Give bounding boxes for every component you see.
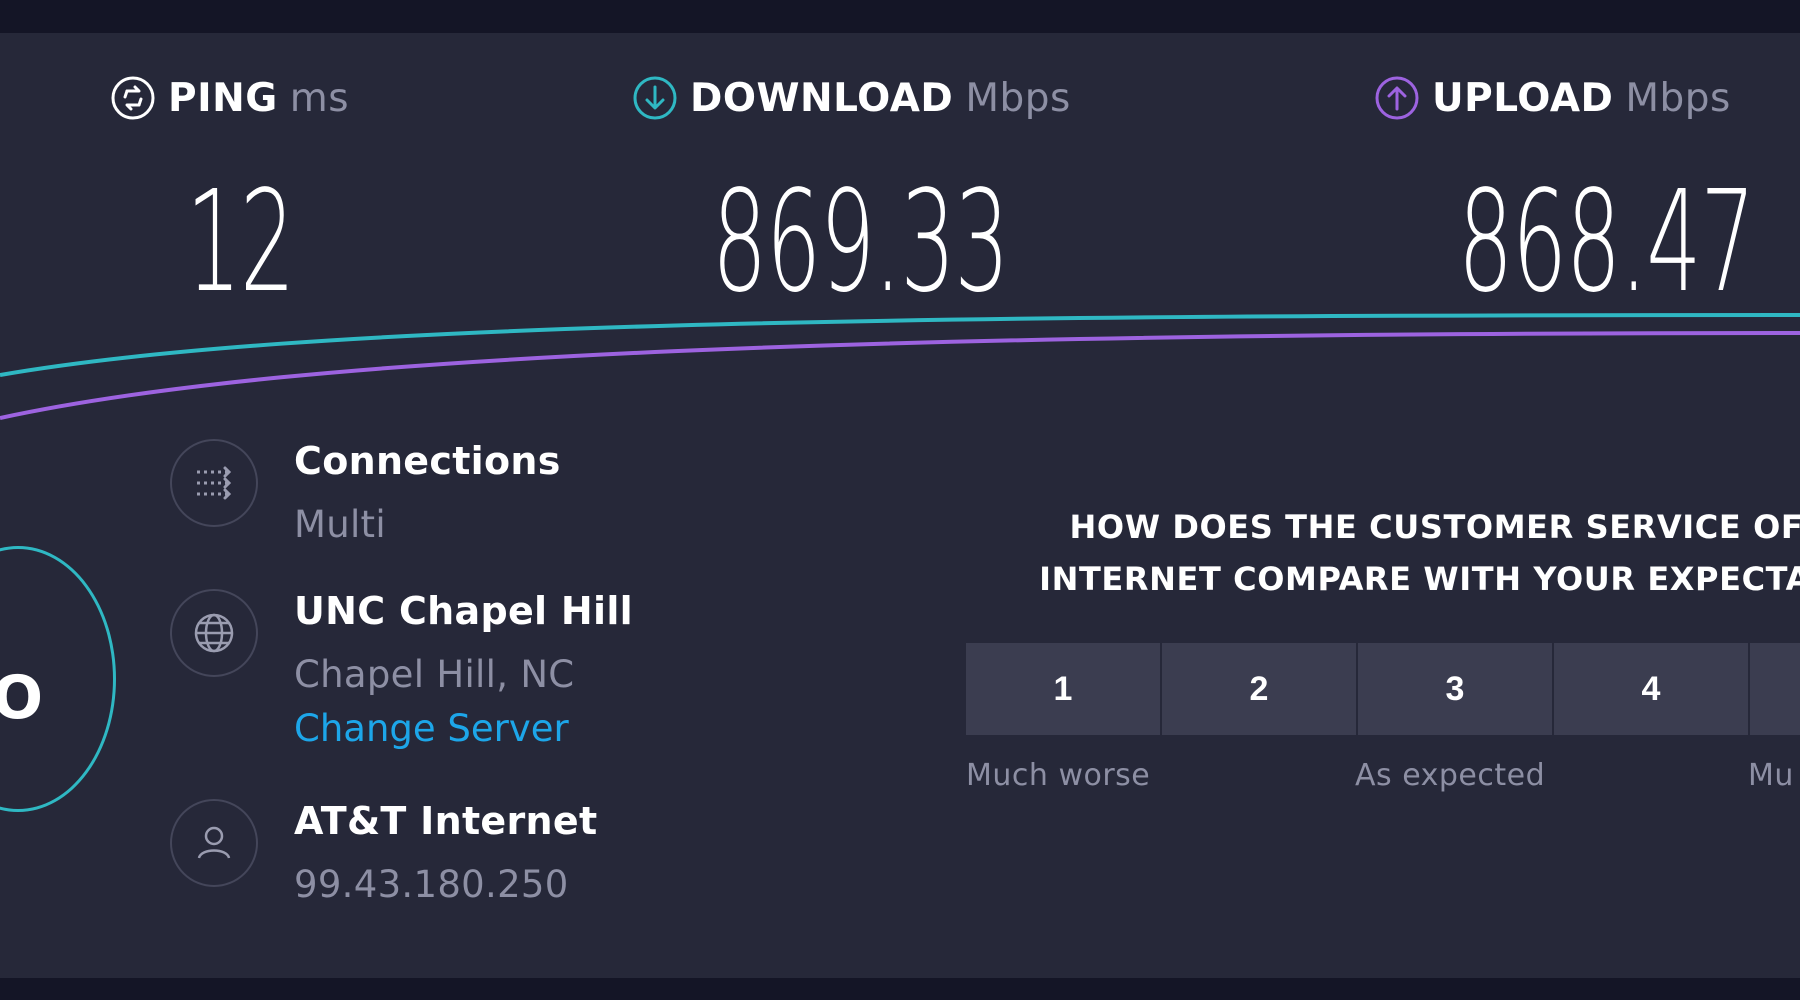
rating-label-low: Much worse	[966, 758, 1151, 793]
rating-button-4[interactable]: 4	[1554, 643, 1748, 735]
rating-label-high: Mu	[1748, 758, 1794, 793]
server-location: Chapel Hill, NC	[294, 653, 575, 696]
rating-button-2[interactable]: 2	[1162, 643, 1356, 735]
ping-value: 12	[186, 161, 295, 324]
user-icon	[170, 799, 258, 887]
upload-metric: UPLOAD Mbps 868.47	[1374, 75, 1756, 313]
connections-title: Connections	[294, 439, 561, 483]
go-button-text[interactable]: O	[0, 663, 43, 733]
upload-unit: Mbps	[1625, 75, 1731, 121]
change-server-link[interactable]: Change Server	[294, 707, 569, 750]
upload-value: 868.47	[1458, 161, 1756, 324]
connections-value: Multi	[294, 503, 386, 546]
survey-question: HOW DOES THE CUSTOMER SERVICE OF A INTER…	[985, 501, 1800, 605]
ping-unit: ms	[289, 75, 350, 121]
ping-icon	[111, 76, 155, 120]
server-name: UNC Chapel Hill	[294, 589, 633, 633]
upload-label: UPLOAD	[1432, 75, 1614, 121]
provider-ip: 99.43.180.250	[294, 863, 569, 906]
download-arrow-icon	[633, 76, 677, 120]
rating-button-3[interactable]: 3	[1358, 643, 1552, 735]
provider-name: AT&T Internet	[294, 799, 598, 843]
upload-arrow-icon	[1375, 76, 1419, 120]
rating-button-1[interactable]: 1	[966, 643, 1160, 735]
speedtest-results-panel: PING ms 12 DOWNLOAD Mbps 869.33 UPLOAD M…	[0, 33, 1800, 978]
globe-icon	[170, 589, 258, 677]
rating-label-mid: As expected	[1355, 758, 1546, 793]
download-metric: DOWNLOAD Mbps 869.33	[632, 75, 1071, 313]
speed-graph	[0, 313, 1800, 420]
download-unit: Mbps	[965, 75, 1071, 121]
download-label: DOWNLOAD	[690, 75, 954, 121]
download-value: 869.33	[712, 161, 1010, 324]
survey-question-line1: HOW DOES THE CUSTOMER SERVICE OF A	[1069, 508, 1800, 546]
survey-question-line2: INTERNET COMPARE WITH YOUR EXPECTAT	[1039, 560, 1800, 598]
connections-icon[interactable]	[170, 439, 258, 527]
rating-button-5[interactable]	[1750, 643, 1800, 735]
ping-label: PING	[168, 75, 278, 121]
ping-metric: PING ms 12	[110, 75, 350, 313]
